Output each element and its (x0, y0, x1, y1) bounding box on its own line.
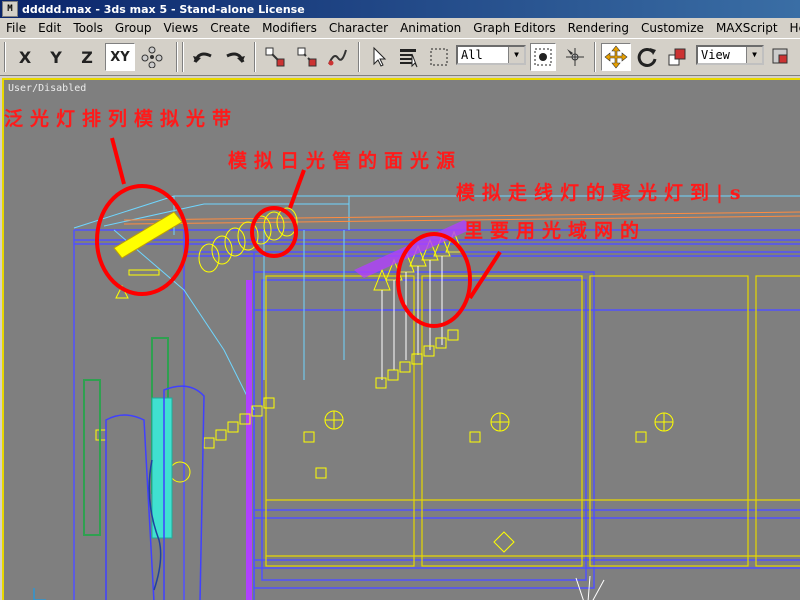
menu-create[interactable]: Create (204, 19, 256, 37)
window-crossing-icon[interactable] (530, 43, 556, 71)
unlink-icon[interactable] (294, 43, 320, 71)
toolbar-grip[interactable] (4, 42, 6, 72)
select-and-move-icon[interactable] (601, 43, 631, 71)
track-lighting-rail (354, 220, 474, 278)
select-and-manipulate-icon[interactable] (562, 43, 588, 71)
annotation-spotlight: 模拟走线灯的聚光灯到|s (456, 182, 748, 204)
user-viewport[interactable]: User/Disabled 泛光灯排列模拟光带 模拟日光管的面光源 模拟走线灯的… (2, 78, 800, 600)
chevron-down-icon[interactable]: ▼ (508, 47, 524, 63)
reference-coordinate-value: View (701, 48, 730, 62)
use-pivot-icon[interactable] (768, 43, 794, 71)
annotation-area-light: 模拟日光管的面光源 (228, 150, 463, 172)
rectangular-selection-icon[interactable] (426, 43, 452, 71)
select-object-icon[interactable] (366, 43, 392, 71)
area-light-target (128, 269, 160, 276)
main-toolbar: X Y Z XY All ▼ View ▼ (0, 38, 800, 76)
menu-tools[interactable]: Tools (67, 19, 109, 37)
menu-rendering[interactable]: Rendering (562, 19, 635, 37)
bind-to-space-warp-icon[interactable] (324, 43, 350, 71)
wall-panel-wireframe (73, 229, 800, 600)
select-and-scale-icon[interactable] (664, 43, 690, 71)
menu-bar: File Edit Tools Group Views Create Modif… (0, 18, 800, 38)
select-and-link-icon[interactable] (262, 43, 288, 71)
annotation-omni-strip: 泛光灯排列模拟光带 (4, 108, 239, 130)
reference-coordinate-dropdown[interactable]: View ▼ (696, 45, 764, 65)
restrict-z-button[interactable]: Z (74, 43, 100, 71)
menu-character[interactable]: Character (323, 19, 394, 37)
restrict-xy-button[interactable]: XY (105, 43, 135, 71)
area-light-gizmo (113, 211, 183, 259)
title-bar: M ddddd.max - 3ds max 5 - Stand-alone Li… (0, 0, 800, 18)
purple-column (246, 280, 252, 600)
menu-file[interactable]: File (0, 19, 32, 37)
restrict-y-button[interactable]: Y (43, 43, 69, 71)
selection-filter-dropdown[interactable]: All ▼ (456, 45, 526, 65)
cabinet-door-outlines (265, 275, 800, 567)
selection-filter-value: All (461, 48, 483, 62)
menu-animation[interactable]: Animation (394, 19, 467, 37)
annotation-photometric: 里要用光域网的 (464, 220, 647, 242)
menu-edit[interactable]: Edit (32, 19, 67, 37)
menu-modifiers[interactable]: Modifiers (256, 19, 323, 37)
menu-maxscript[interactable]: MAXScript (710, 19, 784, 37)
3ds-max-app-icon[interactable]: M (2, 1, 18, 17)
redo-icon[interactable] (222, 43, 248, 71)
chevron-down-icon[interactable]: ▼ (746, 47, 762, 63)
left-cabinet (83, 337, 205, 600)
menu-graph-editors[interactable]: Graph Editors (467, 19, 561, 37)
menu-help[interactable]: Help (784, 19, 800, 37)
menu-group[interactable]: Group (109, 19, 158, 37)
select-and-rotate-icon[interactable] (634, 43, 660, 71)
menu-views[interactable]: Views (157, 19, 204, 37)
window-title: ddddd.max - 3ds max 5 - Stand-alone Lice… (22, 2, 305, 16)
menu-customize[interactable]: Customize (635, 19, 710, 37)
spotlight-targets (95, 329, 647, 479)
undo-icon[interactable] (190, 43, 216, 71)
restrict-x-button[interactable]: X (12, 43, 38, 71)
ceiling-soffit-lines (73, 195, 800, 411)
axis-constraints-icon[interactable] (139, 43, 165, 71)
select-by-name-icon[interactable] (396, 43, 422, 71)
axis-tripod-icon (33, 588, 46, 600)
